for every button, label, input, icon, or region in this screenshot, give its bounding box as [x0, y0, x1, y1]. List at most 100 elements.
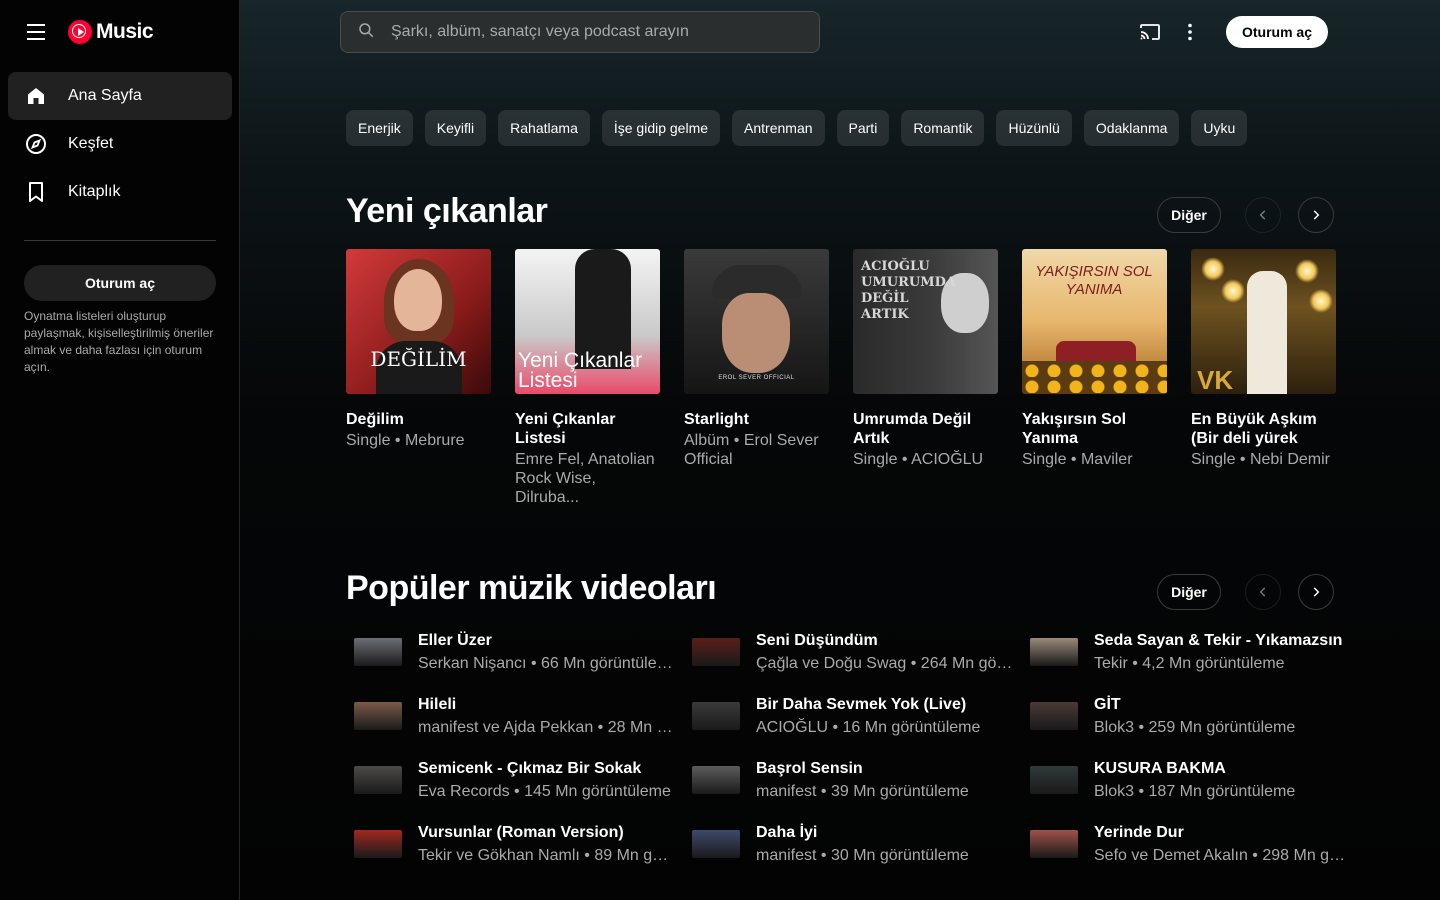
video-row[interactable]: Hileli manifest ve Ajda Pekkan • 28 Mn gö… — [346, 684, 684, 748]
cast-icon[interactable] — [1134, 16, 1166, 48]
video-subtitle: Eva Records • 145 Mn görüntüleme — [418, 782, 671, 800]
popular-videos-next-button[interactable] — [1298, 574, 1334, 610]
video-thumbnail[interactable] — [1030, 766, 1078, 794]
signin-note: Oynatma listeleri oluşturup paylaşmak, k… — [24, 309, 214, 374]
sidebar-item-home[interactable]: Ana Sayfa — [8, 72, 232, 120]
video-title[interactable]: Başrol Sensin — [756, 759, 1014, 779]
video-thumbnail[interactable] — [354, 766, 402, 794]
section-title-new-releases: Yeni çıkanlar — [346, 192, 548, 230]
logo-text: Music — [96, 20, 154, 43]
card-subtitle: Emre Fel, Anatolian Rock Wise, Dilruba..… — [515, 451, 655, 506]
chip-feel-good[interactable]: Keyifli — [424, 110, 487, 146]
video-title[interactable]: Hileli — [418, 695, 676, 715]
video-thumbnail[interactable] — [1030, 702, 1078, 730]
video-thumbnail[interactable] — [1030, 638, 1078, 666]
video-title[interactable]: Seni Düşündüm — [756, 631, 1014, 651]
sidebar-item-label: Keşfet — [68, 135, 114, 152]
release-card[interactable]: EROL SEVER OFFICIAL Starlight Albüm • Er… — [684, 249, 829, 507]
video-title[interactable]: Semicenk - Çıkmaz Bir Sokak — [418, 759, 676, 779]
search-input[interactable] — [391, 23, 791, 41]
video-subtitle: manifest • 39 Mn görüntüleme — [756, 782, 969, 800]
card-title[interactable]: Starlight — [684, 410, 829, 429]
card-subtitle: Single • Maviler — [1022, 451, 1133, 468]
sidebar-signin-button[interactable]: Oturum aç — [24, 265, 216, 301]
video-row[interactable]: Başrol Sensin manifest • 39 Mn görüntülem… — [684, 748, 1022, 812]
video-title[interactable]: KUSURA BAKMA — [1094, 759, 1352, 779]
bookmark-icon — [24, 180, 48, 204]
more-vert-icon[interactable] — [1174, 16, 1206, 48]
release-card[interactable]: Yeni Çıkanlar Listesi Yeni Çıkanlar List… — [515, 249, 660, 507]
video-subtitle: ACIOĞLU • 16 Mn görüntüleme — [756, 718, 981, 736]
video-thumbnail[interactable] — [354, 638, 402, 666]
video-title[interactable]: Bir Daha Sevmek Yok (Live) — [756, 695, 1014, 715]
video-title[interactable]: GİT — [1094, 695, 1352, 715]
video-row[interactable]: Seda Sayan & Tekir - Yıkamazsın Tekir • 4… — [1022, 620, 1360, 684]
card-title[interactable]: Umrumda Değil Artık — [853, 410, 998, 448]
album-art: ACIOĞLU UMURUMDA DEĞİL ARTIK — [853, 249, 998, 394]
video-thumbnail[interactable] — [1030, 830, 1078, 858]
new-releases-carousel: DEĞİLİM Değilim Single • Mebrure Yeni Çı… — [346, 249, 1336, 507]
chip-focus[interactable]: Odaklanma — [1083, 110, 1180, 146]
chip-sad[interactable]: Hüzünlü — [996, 110, 1072, 146]
sidebar-item-explore[interactable]: Keşfet — [8, 120, 232, 168]
chip-commute[interactable]: İşe gidip gelme — [601, 110, 721, 146]
home-icon — [24, 84, 48, 108]
release-card[interactable]: ACIOĞLU UMURUMDA DEĞİL ARTIK Umrumda Değ… — [853, 249, 998, 507]
chip-relax[interactable]: Rahatlama — [498, 110, 590, 146]
search-bar[interactable] — [340, 11, 820, 53]
video-title[interactable]: Eller Üzer — [418, 631, 676, 651]
release-card[interactable]: YAKIŞIRSIN SOL YANIMA Yakışırsın Sol Yan… — [1022, 249, 1167, 507]
card-subtitle: Single • Mebrure — [346, 432, 465, 449]
video-row[interactable]: Yerinde Dur Sefo ve Demet Akalın • 298 Mn… — [1022, 812, 1360, 876]
logo[interactable]: Music — [68, 20, 154, 44]
card-title[interactable]: Yakışırsın Sol Yanıma — [1022, 410, 1167, 448]
header-signin-button[interactable]: Oturum aç — [1225, 16, 1328, 48]
release-card[interactable]: DEĞİLİM Değilim Single • Mebrure — [346, 249, 491, 507]
card-title[interactable]: En Büyük Aşkım (Bir deli yürek — [1191, 410, 1336, 448]
video-title[interactable]: Seda Sayan & Tekir - Yıkamazsın — [1094, 631, 1352, 651]
new-releases-next-button[interactable] — [1298, 197, 1334, 233]
video-row[interactable]: Bir Daha Sevmek Yok (Live) ACIOĞLU • 16 M… — [684, 684, 1022, 748]
video-row[interactable]: KUSURA BAKMA Blok3 • 187 Mn görüntüleme — [1022, 748, 1360, 812]
card-subtitle: Single • ACIOĞLU — [853, 451, 984, 468]
chip-sleep[interactable]: Uyku — [1191, 110, 1248, 146]
sidebar-item-library[interactable]: Kitaplık — [8, 168, 232, 216]
video-title[interactable]: Daha İyi — [756, 823, 1014, 843]
new-releases-more-button[interactable]: Diğer — [1157, 197, 1221, 233]
video-title[interactable]: Vursunlar (Roman Version) — [418, 823, 676, 843]
card-title[interactable]: Değilim — [346, 410, 491, 429]
video-subtitle: Serkan Nişancı • 66 Mn görüntüleme — [418, 654, 676, 672]
sidebar-divider — [24, 240, 216, 241]
section-title-popular-videos: Popüler müzik videoları — [346, 569, 717, 607]
main-content: Oturum aç Enerjik Keyifli Rahatlama İşe … — [240, 0, 1440, 900]
chip-workout[interactable]: Antrenman — [732, 110, 825, 146]
card-subtitle: Albüm • Erol Sever Official — [684, 432, 819, 468]
card-title[interactable]: Yeni Çıkanlar Listesi — [515, 410, 660, 448]
video-thumbnail[interactable] — [692, 638, 740, 666]
chip-party[interactable]: Parti — [836, 110, 890, 146]
release-card[interactable]: VK En Büyük Aşkım (Bir deli yürek Single… — [1191, 249, 1336, 507]
search-icon — [357, 21, 375, 44]
video-thumbnail[interactable] — [692, 766, 740, 794]
video-row[interactable]: Daha İyi manifest • 30 Mn görüntüleme — [684, 812, 1022, 876]
new-releases-prev-button[interactable] — [1245, 197, 1281, 233]
chip-energetic[interactable]: Enerjik — [346, 110, 413, 146]
video-thumbnail[interactable] — [692, 702, 740, 730]
video-title[interactable]: Yerinde Dur — [1094, 823, 1352, 843]
video-row[interactable]: GİT Blok3 • 259 Mn görüntüleme — [1022, 684, 1360, 748]
chevron-left-icon — [1259, 587, 1266, 597]
video-row[interactable]: Eller Üzer Serkan Nişancı • 66 Mn görüntü… — [346, 620, 684, 684]
video-row[interactable]: Seni Düşündüm Çağla ve Doğu Swag • 264 Mn… — [684, 620, 1022, 684]
video-row[interactable]: Semicenk - Çıkmaz Bir Sokak Eva Records •… — [346, 748, 684, 812]
video-row[interactable]: Vursunlar (Roman Version) Tekir ve Gökhan… — [346, 812, 684, 876]
popular-videos-prev-button[interactable] — [1245, 574, 1281, 610]
video-subtitle: Tekir • 4,2 Mn görüntüleme — [1094, 654, 1285, 672]
popular-videos-more-button[interactable]: Diğer — [1157, 574, 1221, 610]
sidebar-item-label: Ana Sayfa — [68, 87, 142, 104]
video-thumbnail[interactable] — [354, 702, 402, 730]
video-thumbnail[interactable] — [354, 830, 402, 858]
video-thumbnail[interactable] — [692, 830, 740, 858]
album-art: EROL SEVER OFFICIAL — [684, 249, 829, 394]
menu-icon[interactable] — [24, 20, 48, 44]
chip-romance[interactable]: Romantik — [901, 110, 985, 146]
